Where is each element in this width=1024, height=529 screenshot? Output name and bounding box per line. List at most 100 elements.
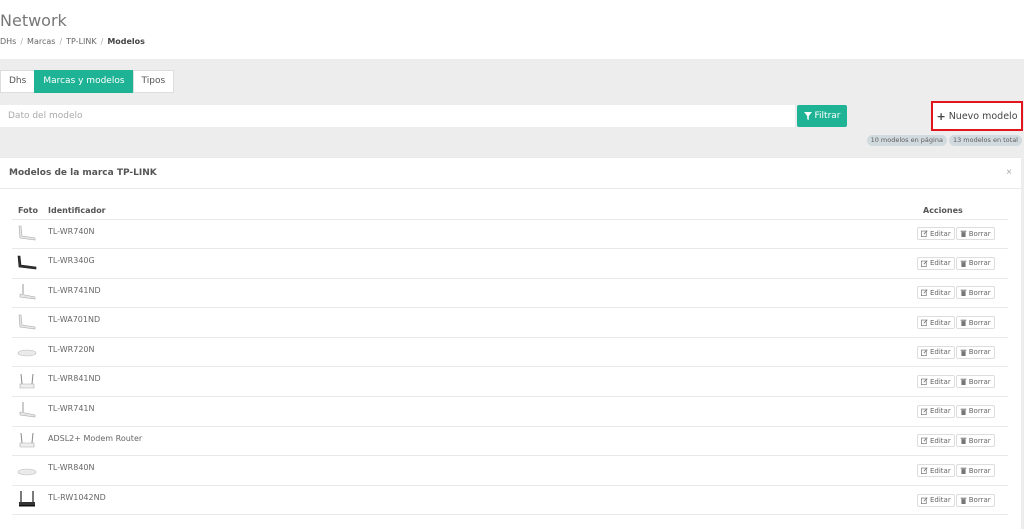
table-row: TL-WR841ND Editar Borrar (12, 366, 1008, 398)
total-badge: 13 modelos en total (948, 135, 1022, 146)
model-identifier: TL-WR840N (42, 455, 917, 486)
delete-button-label: Borrar (968, 496, 991, 505)
new-model-button-label: Nuevo modelo (948, 110, 1018, 122)
model-photo (12, 278, 42, 309)
trash-icon (960, 260, 967, 267)
model-photo (12, 248, 42, 279)
model-identifier: TL-RW1042ND (42, 485, 917, 516)
router-thumbnail-icon (18, 225, 36, 241)
model-identifier: TL-WR740N (42, 219, 917, 250)
delete-button-label: Borrar (968, 377, 991, 386)
trash-icon (960, 467, 967, 475)
router-thumbnail-icon (17, 468, 37, 475)
delete-button[interactable]: Borrar (955, 464, 995, 478)
new-model-button[interactable]: + Nuevo modelo (931, 101, 1023, 131)
delete-button-label: Borrar (968, 229, 991, 238)
model-search-input[interactable] (0, 105, 795, 127)
edit-button-label: Editar (930, 288, 951, 297)
column-header-identifier: Identificador (42, 203, 917, 220)
router-thumbnail-icon (19, 402, 36, 418)
model-identifier: TL-WR841ND (42, 366, 917, 398)
table-row: TL-WR741ND Editar Borrar (12, 278, 1008, 309)
edit-icon (921, 408, 928, 415)
edit-button[interactable]: Editar (917, 316, 955, 330)
edit-button[interactable]: Editar (917, 493, 955, 507)
row-actions: Editar Borrar (917, 278, 1008, 309)
edit-button[interactable]: Editar (917, 404, 955, 418)
edit-button[interactable]: Editar (917, 256, 955, 270)
model-photo (12, 455, 42, 486)
delete-button-label: Borrar (968, 318, 991, 327)
panel-title: Modelos de la marca TP-LINK (9, 168, 157, 178)
router-thumbnail-icon (19, 373, 35, 389)
count-badges: 10 modelos en página 13 modelos en total (866, 135, 1022, 146)
models-table: Foto Identificador Acciones TL-WR740N Edi… (12, 203, 1008, 516)
model-identifier: TL-WR741N (42, 396, 917, 427)
edit-button[interactable]: Editar (917, 464, 955, 478)
model-photo (12, 426, 42, 457)
edit-button[interactable]: Editar (917, 286, 955, 300)
table-row: TL-WR840N Editar Borrar (12, 455, 1008, 486)
trash-icon (960, 438, 967, 445)
delete-button[interactable]: Borrar (955, 286, 995, 300)
row-actions: Editar Borrar (917, 366, 1008, 398)
breadcrumb-dhs[interactable]: DHs (0, 37, 16, 46)
edit-button[interactable]: Editar (917, 375, 955, 389)
edit-button-label: Editar (930, 407, 951, 416)
panel-divider (0, 188, 1021, 189)
trash-icon (960, 319, 967, 327)
table-row: ADSL2+ Modem Router Editar Borrar (12, 426, 1008, 457)
edit-button[interactable]: Editar (917, 227, 955, 241)
delete-button[interactable]: Borrar (955, 434, 995, 448)
row-actions: Editar Borrar (917, 307, 1008, 338)
model-identifier: ADSL2+ Modem Router (42, 426, 917, 457)
edit-button[interactable]: Editar (917, 434, 955, 448)
edit-button-label: Editar (930, 436, 951, 445)
edit-icon (921, 319, 928, 327)
row-actions: Editar Borrar (917, 219, 1008, 250)
delete-button[interactable]: Borrar (955, 404, 995, 418)
tab-dhs[interactable]: Dhs (0, 70, 36, 93)
tab-tipos[interactable]: Tipos (132, 70, 175, 93)
router-thumbnail-icon (19, 283, 36, 300)
delete-button[interactable]: Borrar (955, 493, 995, 507)
delete-button-label: Borrar (968, 466, 991, 475)
delete-button-label: Borrar (968, 288, 991, 297)
breadcrumb-marcas[interactable]: Marcas (27, 37, 55, 46)
row-actions: Editar Borrar (917, 248, 1008, 279)
breadcrumb-tp-link[interactable]: TP-LINK (66, 37, 96, 46)
edit-button-label: Editar (930, 229, 951, 238)
delete-button[interactable]: Borrar (955, 227, 995, 241)
delete-button[interactable]: Borrar (955, 345, 995, 359)
edit-button-label: Editar (930, 377, 951, 386)
trash-icon (960, 408, 967, 415)
model-photo (12, 485, 42, 516)
delete-button-label: Borrar (968, 436, 991, 445)
edit-icon (921, 437, 928, 445)
tab-bar: Dhs Marcas y modelos Tipos (0, 70, 175, 93)
filter-icon (803, 112, 812, 120)
edit-button[interactable]: Editar (917, 345, 955, 359)
models-panel: Modelos de la marca TP-LINK × Foto Ident… (0, 157, 1021, 529)
model-identifier: TL-WR340G (42, 248, 917, 279)
trash-icon (960, 290, 967, 297)
table-row: TL-RW1042ND Editar Borrar (12, 485, 1008, 516)
edit-icon (921, 497, 928, 504)
tab-marcas-y-modelos[interactable]: Marcas y modelos (34, 70, 134, 93)
page-title: Network (0, 11, 67, 30)
per-page-badge: 10 modelos en página (866, 135, 947, 146)
row-actions: Editar Borrar (917, 337, 1008, 368)
trash-icon (960, 378, 967, 386)
delete-button[interactable]: Borrar (955, 256, 995, 270)
row-actions: Editar Borrar (917, 455, 1008, 486)
router-thumbnail-icon (17, 256, 37, 270)
edit-icon (921, 230, 928, 238)
delete-button[interactable]: Borrar (955, 316, 995, 330)
page-header: Network DHs / Marcas / TP-LINK / Modelos (0, 0, 1024, 59)
close-icon[interactable]: × (1006, 167, 1012, 178)
delete-button[interactable]: Borrar (955, 375, 995, 389)
row-actions: Editar Borrar (917, 485, 1008, 516)
trash-icon (960, 230, 967, 238)
filter-button[interactable]: Filtrar (797, 105, 847, 127)
delete-button-label: Borrar (968, 407, 991, 416)
